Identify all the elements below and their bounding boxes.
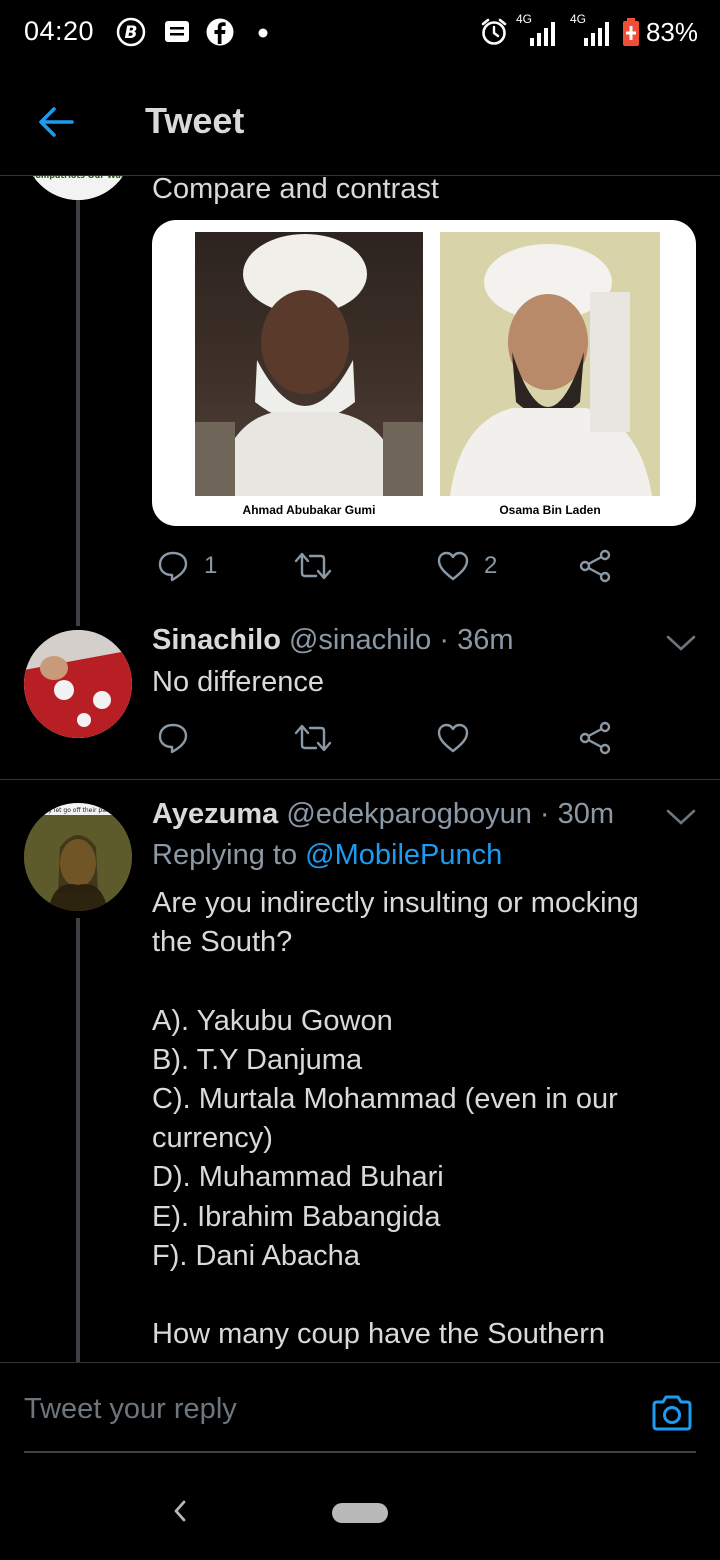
tweet-text-line: the South? bbox=[152, 926, 293, 959]
avatar-text: ey let go off their pain bbox=[45, 807, 112, 814]
status-time: 04:20 bbox=[24, 16, 95, 46]
tweet-text-line: C). Murtala Mohammad (even in our bbox=[152, 1083, 618, 1115]
share-icon bbox=[579, 549, 611, 583]
reply-header: Ayezuma @edekparogboyun · 30m bbox=[152, 798, 614, 831]
tweet-text-line: currency) bbox=[152, 1122, 273, 1155]
reply-button[interactable] bbox=[156, 718, 190, 758]
signal-icon bbox=[583, 22, 609, 46]
mention-link[interactable]: @MobilePunch bbox=[305, 839, 502, 871]
display-name[interactable]: Sinachilo bbox=[152, 624, 281, 656]
share-button[interactable] bbox=[578, 718, 612, 758]
tweet-text: No difference bbox=[152, 666, 324, 698]
heart-icon bbox=[437, 551, 469, 581]
signal-icon bbox=[529, 22, 555, 46]
tweet-text-line bbox=[152, 962, 682, 1001]
b-circle-icon: B bbox=[116, 17, 146, 47]
share-icon bbox=[579, 721, 611, 755]
camera-icon[interactable] bbox=[650, 1393, 694, 1433]
signal-group-2: 4G bbox=[568, 12, 616, 48]
reply-count: 1 bbox=[204, 552, 218, 579]
display-name[interactable]: Ayezuma bbox=[152, 798, 278, 830]
signal-group-1: 4G bbox=[514, 12, 562, 48]
photo-right[interactable] bbox=[440, 232, 660, 496]
reply-icon bbox=[158, 723, 188, 754]
page-title: Tweet bbox=[145, 100, 245, 141]
like-button[interactable]: 2 bbox=[436, 546, 497, 586]
reply-composer: Tweet your reply bbox=[0, 1362, 720, 1560]
status-bar: 04:20 B 4G 4G 83% bbox=[0, 0, 720, 64]
tweet-text-line: D). Muhammad Buhari bbox=[152, 1161, 444, 1194]
retweet-icon bbox=[294, 724, 332, 752]
share-button[interactable] bbox=[578, 546, 612, 586]
reply-input[interactable]: Tweet your reply bbox=[24, 1393, 237, 1426]
retweet-button[interactable] bbox=[294, 718, 332, 758]
tweet-text-line: Are you indirectly insulting or mocking bbox=[152, 887, 639, 919]
tweet-text-line bbox=[152, 1276, 682, 1315]
tweet-text-line: B). T.Y Danjuma bbox=[152, 1043, 363, 1076]
dot-icon bbox=[258, 28, 268, 38]
tweet-media[interactable]: Ahmad Abubakar Gumi Osama Bin Laden bbox=[152, 220, 696, 526]
battery-percent: 83% bbox=[645, 16, 698, 47]
input-underline bbox=[24, 1451, 696, 1453]
tweet-text-line: E). Ibrahim Babangida bbox=[152, 1200, 441, 1233]
svg-text:B: B bbox=[125, 23, 138, 43]
avatar[interactable]: ey let go off their pain bbox=[24, 803, 132, 911]
reply-icon bbox=[158, 551, 188, 582]
avatar[interactable] bbox=[24, 630, 132, 738]
facebook-icon bbox=[206, 18, 234, 46]
nav-home-pill[interactable] bbox=[332, 1503, 388, 1523]
nav-back-icon[interactable] bbox=[170, 1497, 190, 1525]
like-button[interactable] bbox=[436, 718, 470, 758]
chevron-down-icon[interactable] bbox=[664, 806, 698, 828]
tweet-text-line: How many coup have the Southern bbox=[152, 1318, 605, 1351]
battery-icon bbox=[622, 18, 639, 46]
photo-right-caption: Osama Bin Laden bbox=[499, 503, 601, 517]
tweet-actions: 1 2 bbox=[152, 546, 622, 586]
tweet-actions bbox=[152, 718, 622, 758]
photo-left[interactable] bbox=[195, 232, 423, 496]
status-right-group: 4G 4G 83% bbox=[480, 12, 698, 48]
like-count: 2 bbox=[484, 552, 498, 579]
reply-header: Sinachilo @sinachilo · 36m bbox=[152, 624, 513, 657]
reply-button[interactable]: 1 bbox=[156, 546, 217, 586]
app-bar: Tweet bbox=[0, 64, 720, 176]
tweet-text-line: F). Dani Abacha bbox=[152, 1239, 360, 1272]
handle[interactable]: @sinachilo bbox=[289, 624, 431, 656]
photo-left-caption: Ahmad Abubakar Gumi bbox=[242, 503, 376, 517]
separator: · bbox=[439, 624, 449, 656]
handle[interactable]: @edekparogboyun bbox=[286, 798, 532, 830]
timestamp: 36m bbox=[457, 624, 514, 656]
tweet-text-line: A). Yakubu Gowon bbox=[152, 1004, 393, 1037]
thread-connector-line bbox=[76, 918, 80, 1362]
replying-to: Replying to @MobilePunch bbox=[152, 839, 502, 872]
back-arrow-icon[interactable] bbox=[34, 100, 78, 144]
timestamp: 30m bbox=[557, 798, 615, 830]
chevron-down-icon[interactable] bbox=[664, 632, 698, 654]
tweet-text: Are you indirectly insulting or mocking … bbox=[152, 884, 682, 1354]
retweet-icon bbox=[294, 552, 332, 580]
divider bbox=[0, 779, 720, 780]
thread-connector-line bbox=[76, 176, 80, 626]
retweet-button[interactable] bbox=[294, 546, 332, 586]
message-icon bbox=[165, 21, 189, 42]
separator: · bbox=[539, 798, 550, 830]
replying-prefix: Replying to bbox=[152, 839, 298, 871]
alarm-icon bbox=[481, 18, 507, 45]
heart-icon bbox=[437, 723, 469, 753]
